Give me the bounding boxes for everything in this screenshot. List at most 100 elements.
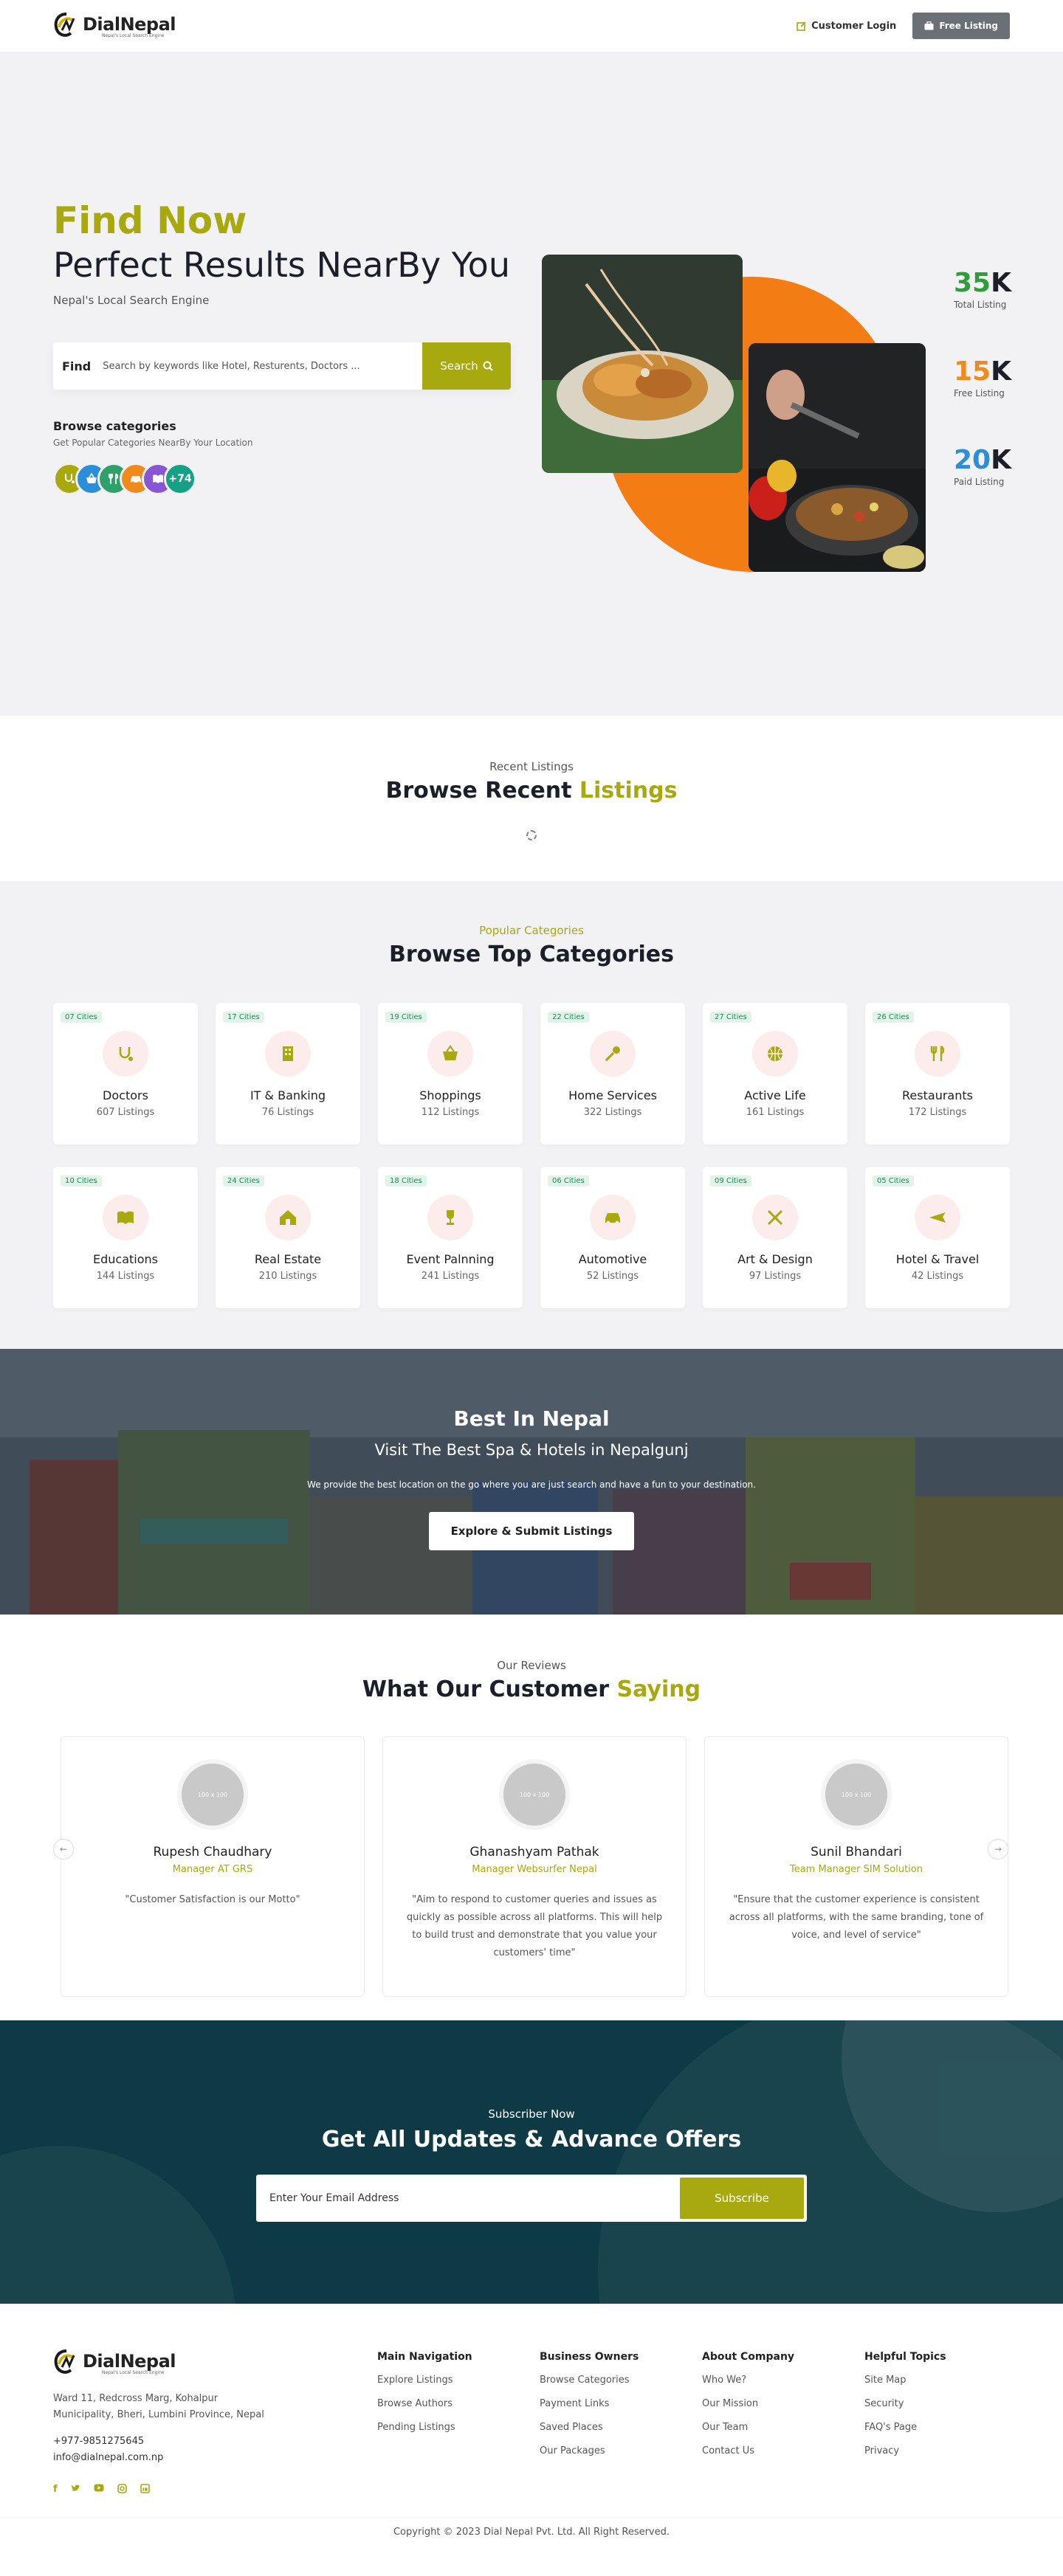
- category-card[interactable]: 05 Cities Hotel & Travel 42 Listings: [865, 1167, 1010, 1308]
- category-card[interactable]: 07 Cities Doctors 607 Listings: [53, 1003, 198, 1144]
- category-listing-count: 52 Listings: [586, 1271, 639, 1282]
- stat-paid-value: 20: [954, 445, 991, 475]
- category-name: Active Life: [744, 1088, 806, 1102]
- subscribe-kicker: Subscriber Now: [488, 2107, 575, 2121]
- browse-categories-subtitle: Get Popular Categories NearBy Your Locat…: [53, 438, 253, 448]
- avatar: 100 x 100: [499, 1759, 570, 1830]
- footer-email[interactable]: info@dialnepal.com.np: [53, 2450, 275, 2466]
- footer-logo-tagline: Nepal's Local Search Engine: [102, 2369, 165, 2375]
- footer-link[interactable]: Browse Categories: [540, 2375, 639, 2386]
- cities-badge: 07 Cities: [61, 1012, 102, 1023]
- category-listing-count: 210 Listings: [258, 1271, 317, 1282]
- category-name: IT & Banking: [250, 1088, 326, 1102]
- customer-login-label: Customer Login: [811, 20, 897, 32]
- promo-banner: Best In Nepal Visit The Best Spa & Hotel…: [0, 1349, 1063, 1615]
- more-categories-count: +74: [168, 473, 192, 485]
- category-name: Automotive: [578, 1252, 647, 1266]
- email-input[interactable]: [269, 2192, 680, 2204]
- more-categories-button[interactable]: +74: [164, 463, 196, 495]
- reviews-section: Our Reviews What Our Customer Saying 100…: [0, 1615, 1063, 2020]
- stat-total-listing: 35K Total Listing: [954, 268, 1011, 310]
- copyright: Copyright © 2023 Dial Nepal Pvt. Ltd. Al…: [0, 2517, 1063, 2546]
- footer-link[interactable]: Contact Us: [702, 2445, 794, 2456]
- category-card[interactable]: 17 Cities IT & Banking 76 Listings: [216, 1003, 360, 1144]
- category-card[interactable]: 10 Cities Educations 144 Listings: [53, 1167, 198, 1308]
- cities-badge: 19 Cities: [385, 1012, 427, 1023]
- stat-paid-label: Paid Listing: [954, 477, 1005, 487]
- carousel-prev-button[interactable]: ←: [53, 1839, 74, 1860]
- category-card[interactable]: 27 Cities Active Life 161 Listings: [703, 1003, 847, 1144]
- loading-spinner-icon: [526, 830, 537, 840]
- linkedin-icon[interactable]: [140, 2484, 150, 2496]
- free-listing-button[interactable]: Free Listing: [912, 13, 1010, 39]
- category-card[interactable]: 24 Cities Real Estate 210 Listings: [216, 1167, 360, 1308]
- footer-link[interactable]: Browse Authors: [377, 2398, 472, 2409]
- footer-col-title: Helpful Topics: [864, 2351, 946, 2363]
- stat-total-suffix: K: [991, 268, 1012, 298]
- facebook-icon[interactable]: f: [53, 2484, 58, 2496]
- youtube-icon[interactable]: [94, 2484, 104, 2496]
- category-card[interactable]: 26 Cities Restaurants 172 Listings: [865, 1003, 1010, 1144]
- footer-link[interactable]: Pending Listings: [377, 2422, 472, 2433]
- decor-circle: [0, 2146, 236, 2304]
- utensils-icon: [915, 1031, 960, 1077]
- footer-link[interactable]: Who We?: [702, 2375, 794, 2386]
- footer-link[interactable]: Our Team: [702, 2422, 794, 2433]
- footer-link[interactable]: Our Mission: [702, 2398, 794, 2409]
- footer-link[interactable]: Saved Places: [540, 2422, 639, 2433]
- subscribe-section: Subscriber Now Get All Updates & Advance…: [0, 2020, 1063, 2304]
- banner-title: Best In Nepal: [453, 1406, 610, 1431]
- review-text: "Customer Satisfaction is our Motto": [125, 1894, 300, 1905]
- review-card: 100 x 100 Sunil Bhandari Team Manager SIM …: [704, 1736, 1008, 1997]
- footer-link[interactable]: Privacy: [864, 2445, 946, 2456]
- explore-submit-button[interactable]: Explore & Submit Listings: [428, 1512, 635, 1550]
- search-icon: [483, 361, 493, 371]
- carousel-next-button[interactable]: →: [988, 1839, 1008, 1860]
- footer-link[interactable]: Our Packages: [540, 2445, 639, 2456]
- hero-title-highlight: Find Now: [53, 199, 247, 242]
- category-card[interactable]: 18 Cities Event Palnning 241 Listings: [378, 1167, 523, 1308]
- footer-link[interactable]: Payment Links: [540, 2398, 639, 2409]
- search-button-label: Search: [440, 359, 478, 373]
- category-listing-count: 144 Listings: [96, 1271, 155, 1282]
- twitter-icon[interactable]: [71, 2484, 80, 2496]
- category-name: Event Palnning: [406, 1252, 495, 1266]
- footer-link[interactable]: FAQ's Page: [864, 2422, 946, 2433]
- search-input[interactable]: [91, 360, 422, 372]
- subscribe-title: Get All Updates & Advance Offers: [321, 2127, 742, 2152]
- category-listing-count: 42 Listings: [911, 1271, 964, 1282]
- avatar: 100 x 100: [821, 1759, 892, 1830]
- subscribe-button[interactable]: Subscribe: [680, 2178, 804, 2219]
- category-card[interactable]: 09 Cities Art & Design 97 Listings: [703, 1167, 847, 1308]
- footer-logo[interactable]: DialNepal Nepal's Local Search Engine: [53, 2348, 275, 2378]
- logo[interactable]: DialNepal Nepal's Local Search Engine: [53, 11, 176, 41]
- category-name: Real Estate: [254, 1252, 322, 1266]
- subscribe-form: Subscribe: [256, 2175, 807, 2222]
- avatar-placeholder: 100 x 100: [825, 1764, 887, 1826]
- category-listing-count: 322 Listings: [583, 1107, 642, 1118]
- reviews-title-main: What Our Customer: [362, 1677, 610, 1702]
- category-card[interactable]: 19 Cities Shoppings 112 Listings: [378, 1003, 523, 1144]
- footer-phone[interactable]: +977-9851275645: [53, 2434, 275, 2450]
- cities-badge: 06 Cities: [548, 1175, 589, 1187]
- instagram-icon[interactable]: [117, 2484, 127, 2496]
- recent-title-main: Browse Recent: [385, 778, 572, 804]
- category-card[interactable]: 22 Cities Home Services 322 Listings: [540, 1003, 685, 1144]
- search-label: Find: [62, 359, 92, 373]
- cities-badge: 18 Cities: [385, 1175, 427, 1187]
- browse-categories-title: Browse categories: [53, 419, 176, 433]
- shrimp-dish-illustration: [542, 255, 743, 473]
- arrow-left-icon: ←: [59, 1844, 68, 1854]
- reviewer-role: Manager AT GRS: [172, 1864, 253, 1875]
- category-listing-count: 607 Listings: [96, 1107, 155, 1118]
- edit-icon: [797, 21, 806, 31]
- search-button[interactable]: Search: [422, 342, 511, 390]
- customer-login-link[interactable]: Customer Login: [797, 21, 896, 32]
- search-bar: Find Search: [53, 342, 511, 390]
- cities-badge: 10 Cities: [61, 1175, 102, 1187]
- footer-link[interactable]: Explore Listings: [377, 2375, 472, 2386]
- category-card[interactable]: 06 Cities Automotive 52 Listings: [540, 1167, 685, 1308]
- footer-link[interactable]: Security: [864, 2398, 946, 2409]
- categories-grid: 07 Cities Doctors 607 Listings 17 Cities IT …: [53, 1003, 1063, 1308]
- footer-link[interactable]: Site Map: [864, 2375, 946, 2386]
